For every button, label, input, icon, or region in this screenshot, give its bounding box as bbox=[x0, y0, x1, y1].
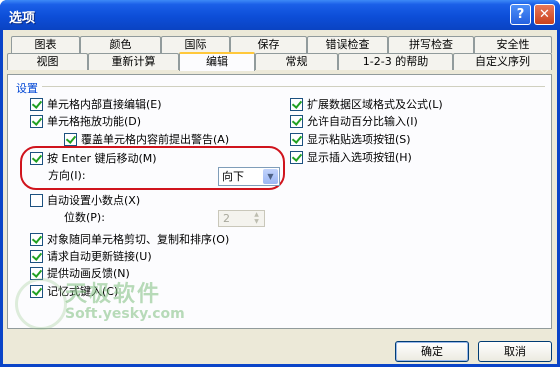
checkbox[interactable] bbox=[30, 115, 43, 128]
window-title: 选项 bbox=[9, 11, 36, 26]
tab-view[interactable]: 视图 bbox=[7, 53, 88, 70]
help-button[interactable]: ? bbox=[510, 4, 531, 25]
watermark-title: 天极软件 bbox=[65, 282, 162, 307]
checkbox[interactable] bbox=[30, 233, 43, 246]
watermark-url: Soft.yesky.com bbox=[65, 306, 185, 322]
option-insert-buttons[interactable]: 显示插入选项按钮(H) bbox=[290, 151, 412, 165]
tab-save[interactable]: 保存 bbox=[230, 36, 307, 53]
checkbox[interactable] bbox=[30, 194, 43, 207]
tab-custom-lists[interactable]: 自定义序列 bbox=[453, 53, 552, 70]
direction-value: 向下 bbox=[222, 170, 244, 183]
option-cut-copy-sort-objects[interactable]: 对象随同单元格剪切、复制和排序(O) bbox=[30, 233, 229, 247]
option-ask-update-links[interactable]: 请求自动更新链接(U) bbox=[30, 250, 152, 264]
decimal-places-label: 位数(P): bbox=[64, 211, 105, 224]
checkbox[interactable] bbox=[290, 115, 303, 128]
dialog-client: 图表 颜色 国际 保存 错误检查 拼写检查 安全性 视图 重新计算 编辑 常规 … bbox=[3, 30, 557, 364]
checkbox[interactable] bbox=[30, 98, 43, 111]
option-label: 自动设置小数点(X) bbox=[47, 194, 141, 207]
watermark: 天极软件 Soft.yesky.com bbox=[65, 276, 185, 322]
tab-color[interactable]: 颜色 bbox=[80, 36, 161, 53]
option-label: 允许自动百分比输入(I) bbox=[307, 115, 418, 128]
option-auto-percent[interactable]: 允许自动百分比输入(I) bbox=[290, 115, 418, 129]
options-dialog: 选项 ? ✕ 图表 颜色 国际 保存 错误检查 拼写检查 安全性 视图 重新计算… bbox=[0, 0, 560, 367]
decimal-places-value: 2 bbox=[223, 212, 230, 225]
checkbox[interactable] bbox=[64, 133, 77, 146]
close-button[interactable]: ✕ bbox=[534, 4, 555, 25]
option-label: 请求自动更新链接(U) bbox=[47, 250, 152, 263]
section-divider bbox=[42, 86, 545, 87]
tab-error-checking[interactable]: 错误检查 bbox=[307, 36, 388, 53]
watermark-logo bbox=[15, 278, 67, 330]
tab-spelling[interactable]: 拼写检查 bbox=[388, 36, 474, 53]
option-extend-formats[interactable]: 扩展数据区域格式及公式(L) bbox=[290, 98, 443, 112]
option-paste-buttons[interactable]: 显示粘贴选项按钮(S) bbox=[290, 133, 411, 147]
option-alert-overwrite[interactable]: 覆盖单元格内容前提出警告(A) bbox=[64, 133, 229, 147]
spin-down-icon[interactable]: ▼ bbox=[250, 218, 263, 225]
checkbox[interactable] bbox=[290, 133, 303, 146]
option-label: 单元格内部直接编辑(E) bbox=[47, 98, 162, 111]
spin-up-icon[interactable]: ▲ bbox=[250, 211, 263, 218]
option-fixed-decimal[interactable]: 自动设置小数点(X) bbox=[30, 194, 140, 208]
decimal-places-spinner[interactable]: 2 ▲ ▼ bbox=[218, 210, 265, 227]
option-label: 显示插入选项按钮(H) bbox=[307, 151, 412, 164]
option-drag-drop[interactable]: 单元格拖放功能(D) bbox=[30, 115, 141, 129]
tab-123-help[interactable]: 1-2-3 的帮助 bbox=[338, 53, 453, 70]
direction-select[interactable]: 向下 ▼ bbox=[218, 167, 280, 186]
chevron-down-icon[interactable]: ▼ bbox=[263, 169, 278, 184]
option-label: 扩展数据区域格式及公式(L) bbox=[307, 98, 443, 111]
tab-international[interactable]: 国际 bbox=[161, 36, 230, 53]
ok-button[interactable]: 确定 bbox=[395, 341, 469, 362]
cancel-button[interactable]: 取消 bbox=[478, 341, 552, 362]
tab-security[interactable]: 安全性 bbox=[474, 36, 552, 53]
checkbox[interactable] bbox=[30, 250, 43, 263]
tab-chart[interactable]: 图表 bbox=[11, 36, 80, 53]
checkbox[interactable] bbox=[290, 98, 303, 111]
checkbox[interactable] bbox=[290, 151, 303, 164]
settings-section-label: 设置 bbox=[16, 82, 38, 95]
tab-edit[interactable]: 编辑 bbox=[179, 52, 255, 71]
tab-general[interactable]: 常规 bbox=[255, 53, 338, 70]
option-label: 对象随同单元格剪切、复制和排序(O) bbox=[47, 233, 230, 246]
tab-calculation[interactable]: 重新计算 bbox=[88, 53, 179, 70]
title-bar[interactable]: 选项 ? ✕ bbox=[0, 0, 560, 30]
option-label: 单元格拖放功能(D) bbox=[47, 115, 142, 128]
option-label: 显示粘贴选项按钮(S) bbox=[307, 133, 411, 146]
option-edit-in-cell[interactable]: 单元格内部直接编辑(E) bbox=[30, 98, 162, 112]
option-label: 覆盖单元格内容前提出警告(A) bbox=[81, 133, 230, 146]
